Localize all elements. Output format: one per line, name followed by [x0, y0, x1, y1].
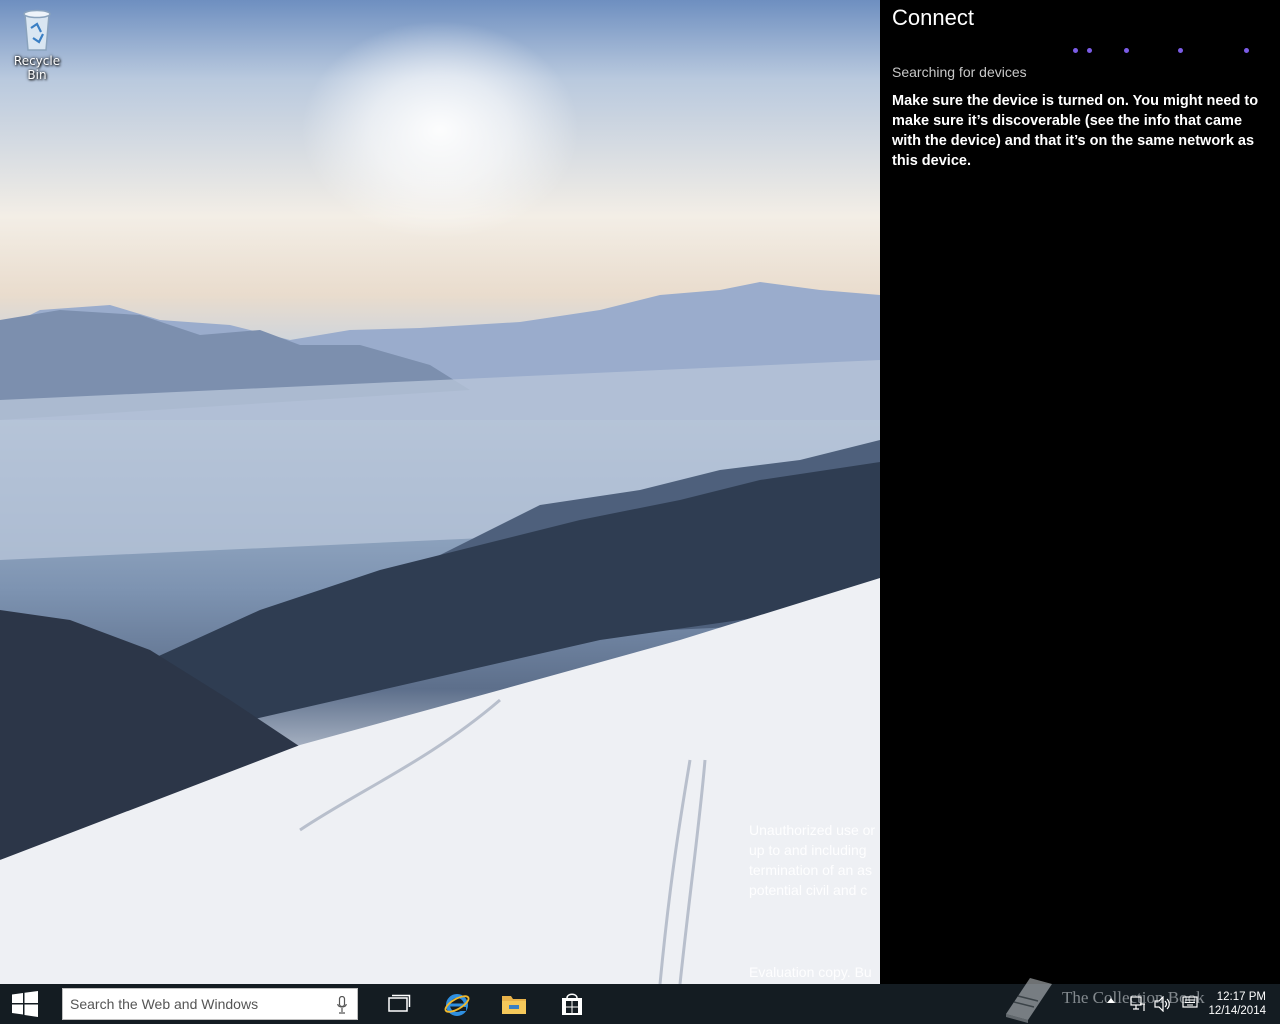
internet-explorer-button[interactable]	[432, 984, 482, 1024]
mountain-scene	[0, 282, 880, 984]
watermark-line: Unauthorized use or	[749, 822, 876, 838]
connect-pane: Connect Searching for devices Make sure …	[880, 0, 1280, 984]
task-view-icon	[388, 994, 411, 1012]
store-icon	[562, 993, 582, 1015]
system-tray: The Collection Book 12:17 PM 12/14/2014	[1000, 978, 1280, 1024]
file-explorer-button[interactable]	[489, 984, 539, 1024]
network-icon[interactable]	[1130, 996, 1146, 1012]
microphone-icon[interactable]	[337, 996, 347, 1014]
search-box[interactable]	[62, 988, 358, 1020]
progress-dot	[1178, 48, 1183, 53]
progress-dot	[1124, 48, 1129, 53]
connect-help-text: Make sure the device is turned on. You m…	[892, 93, 1259, 169]
book-logo-icon	[1006, 978, 1052, 1023]
search-input[interactable]	[63, 989, 330, 1019]
start-button[interactable]	[0, 984, 50, 1024]
desktop-icon-label: Recycle Bin	[13, 54, 61, 82]
internet-explorer-icon	[444, 994, 470, 1016]
clock-date: 12/14/2014	[1208, 1005, 1266, 1017]
watermark-line: potential civil and c	[749, 882, 868, 898]
keyboard-icon[interactable]	[1182, 996, 1198, 1008]
clock[interactable]: 12:17 PM 12/14/2014	[1208, 990, 1266, 1018]
progress-indicator	[1070, 48, 1260, 56]
recycle-bin-icon	[23, 9, 51, 51]
file-explorer-icon	[502, 996, 526, 1014]
evaluation-copy-text: Evaluation copy. Bu	[749, 964, 872, 980]
task-view-button[interactable]	[374, 984, 424, 1024]
windows-logo-icon	[12, 991, 38, 1017]
watermark-line: termination of an as	[749, 862, 872, 878]
activation-watermark: Unauthorized use or up to and including …	[749, 820, 880, 900]
volume-icon[interactable]	[1154, 996, 1172, 1012]
progress-dot	[1244, 48, 1249, 53]
taskbar: The Collection Book 12:17 PM 12/14/2014	[0, 978, 1280, 1024]
progress-dot	[1087, 48, 1092, 53]
connect-title: Connect	[892, 5, 974, 30]
clock-time: 12:17 PM	[1216, 991, 1266, 1003]
searching-status: Searching for devices	[892, 64, 1027, 80]
desktop-icon-recycle-bin[interactable]: Recycle Bin	[4, 6, 70, 82]
show-hidden-icons-icon[interactable]	[1106, 996, 1116, 1006]
watermark-line: up to and including	[749, 842, 867, 858]
store-button[interactable]	[547, 984, 597, 1024]
progress-dot	[1073, 48, 1078, 53]
